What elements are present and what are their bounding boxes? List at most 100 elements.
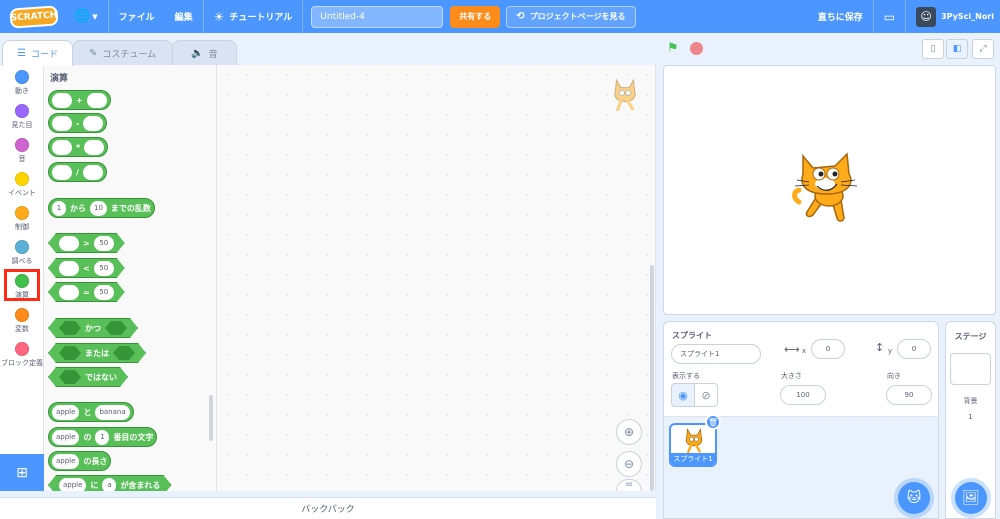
block-letter-of[interactable]: apple の 1 番目の文字 — [48, 427, 158, 447]
block-join[interactable]: apple と banana — [48, 402, 134, 422]
input-slot[interactable]: 50 — [94, 236, 114, 251]
input-slot[interactable]: a — [102, 478, 116, 492]
folder-icon: ▭ — [883, 9, 896, 24]
input-slot[interactable]: 50 — [94, 261, 114, 276]
category-sound[interactable]: 音 — [0, 135, 44, 169]
boolean-slot[interactable] — [105, 321, 127, 335]
large-stage-button[interactable]: ◧ — [946, 39, 968, 59]
category-menu: 動き 見た目 音 イベント 制御 調べる 演算 変数 ブロック定義 — [0, 65, 44, 454]
category-my-blocks[interactable]: ブロック定義 — [0, 339, 44, 373]
trash-icon: 🗑 — [707, 417, 719, 427]
tab-sounds[interactable]: 🔈 音 — [172, 40, 237, 65]
account-menu[interactable]: ☺ 3PySci_Nori — [906, 0, 1000, 33]
tab-costumes[interactable]: ✎ コスチューム — [71, 40, 174, 65]
block-less-than[interactable]: <50 — [48, 258, 125, 278]
stage-thumbnail[interactable] — [950, 353, 991, 385]
x-position-input[interactable]: 0 — [811, 339, 845, 359]
input-slot[interactable] — [52, 164, 72, 180]
script-area[interactable]: ⊕ ⊖ = — [217, 65, 656, 491]
add-extension-button[interactable]: ⊞ — [0, 454, 44, 491]
input-slot[interactable]: apple — [52, 429, 80, 445]
show-sprite-button[interactable]: ◉ — [671, 383, 695, 407]
choose-backdrop-button[interactable]: 🖼 — [955, 482, 987, 514]
input-slot[interactable]: apple — [59, 478, 86, 492]
category-variables[interactable]: 変数 — [0, 305, 44, 339]
save-now-button[interactable]: 直ちに保存 — [808, 0, 873, 33]
boolean-slot[interactable] — [113, 346, 135, 360]
input-slot[interactable]: 10 — [90, 200, 107, 216]
file-menu[interactable]: ファイル — [109, 0, 165, 33]
category-looks[interactable]: 見た目 — [0, 101, 44, 135]
tutorial-button[interactable]: ☀ チュートリアル — [204, 0, 303, 33]
input-slot[interactable] — [86, 92, 107, 108]
category-motion[interactable]: 動き — [0, 67, 44, 101]
block-multiply[interactable]: * — [48, 137, 109, 157]
choose-sprite-button[interactable]: 🐱 — [898, 482, 930, 514]
show-label: 表示する — [672, 372, 700, 380]
fullscreen-button[interactable]: ⤢ — [972, 39, 994, 59]
input-slot[interactable]: banana — [95, 404, 130, 420]
y-position-input[interactable]: 0 — [897, 339, 931, 359]
palette-scrollbar[interactable] — [209, 395, 213, 441]
zoom-reset-button[interactable]: = — [616, 479, 642, 491]
block-random[interactable]: 1 から 10 までの乱数 — [48, 198, 155, 218]
input-slot[interactable] — [59, 236, 79, 251]
category-label: 制御 — [15, 223, 29, 231]
block-equals[interactable]: = 50 — [48, 282, 125, 302]
input-slot[interactable] — [84, 139, 105, 155]
input-slot[interactable]: apple — [52, 453, 80, 469]
input-slot[interactable] — [52, 92, 72, 108]
input-slot[interactable]: 1 — [95, 429, 110, 445]
category-events[interactable]: イベント — [0, 169, 44, 203]
delete-sprite-button[interactable]: 🗑 — [705, 414, 721, 430]
block-add[interactable]: + — [48, 90, 111, 110]
input-slot[interactable] — [83, 115, 104, 131]
zoom-out-button[interactable]: ⊖ — [616, 451, 642, 477]
boolean-slot[interactable] — [59, 321, 81, 335]
input-slot[interactable] — [82, 164, 103, 180]
green-flag-icon[interactable]: ⚑ — [667, 41, 679, 56]
block-divide[interactable]: / — [48, 162, 107, 182]
block-and[interactable]: かつ — [48, 318, 138, 338]
input-slot[interactable]: 50 — [94, 285, 114, 300]
hide-sprite-button[interactable]: ⊘ — [694, 383, 718, 407]
stage[interactable] — [663, 65, 996, 315]
boolean-slot[interactable] — [59, 346, 81, 360]
category-sensing[interactable]: 調べる — [0, 237, 44, 271]
size-input[interactable]: 100 — [780, 385, 826, 405]
stop-sign-icon[interactable] — [690, 42, 703, 55]
tab-code[interactable]: ☰ コード — [2, 40, 73, 66]
input-slot[interactable] — [59, 261, 79, 276]
y-arrows-icon: ↕ — [875, 341, 885, 354]
scratch-logo[interactable]: SCRATCH — [9, 4, 59, 29]
block-length-of[interactable]: apple の長さ — [48, 451, 112, 471]
edit-menu[interactable]: 編集 — [165, 0, 203, 33]
sprite-name-input[interactable]: スプライト1 — [671, 344, 761, 364]
small-stage-button[interactable]: ▯ — [922, 39, 944, 59]
project-title-input[interactable] — [311, 5, 444, 28]
category-control[interactable]: 制御 — [0, 203, 44, 237]
block-text: と — [83, 407, 92, 417]
project-page-button[interactable]: ⟲ プロジェクトページを見る — [506, 5, 636, 28]
block-contains[interactable]: apple に a が含まれる — [48, 475, 171, 491]
zoom-in-button[interactable]: ⊕ — [616, 419, 642, 445]
input-slot[interactable] — [59, 285, 79, 300]
size-label: 大きさ — [781, 372, 802, 380]
block-subtract[interactable]: - — [48, 113, 108, 133]
input-slot[interactable] — [52, 115, 72, 131]
scratch-cat-sprite[interactable] — [791, 152, 865, 228]
my-stuff-button[interactable]: ▭ — [874, 0, 905, 33]
script-scrollbar[interactable] — [650, 265, 654, 491]
input-slot[interactable]: 1 — [52, 200, 66, 216]
input-slot[interactable]: apple — [52, 404, 80, 420]
input-slot[interactable] — [52, 139, 72, 155]
boolean-slot[interactable] — [59, 370, 81, 384]
share-button[interactable]: 共有する — [450, 5, 501, 28]
direction-input[interactable]: 90 — [886, 385, 932, 405]
stage-target-pane[interactable]: ステージ 背景 1 🖼 — [945, 321, 996, 519]
block-greater-than[interactable]: >50 — [48, 233, 125, 253]
language-button[interactable]: 🌐 ▼ — [64, 0, 108, 33]
block-not[interactable]: ではない — [48, 367, 128, 387]
block-or[interactable]: または — [48, 343, 146, 363]
backpack-header[interactable]: バックパック — [0, 497, 656, 519]
